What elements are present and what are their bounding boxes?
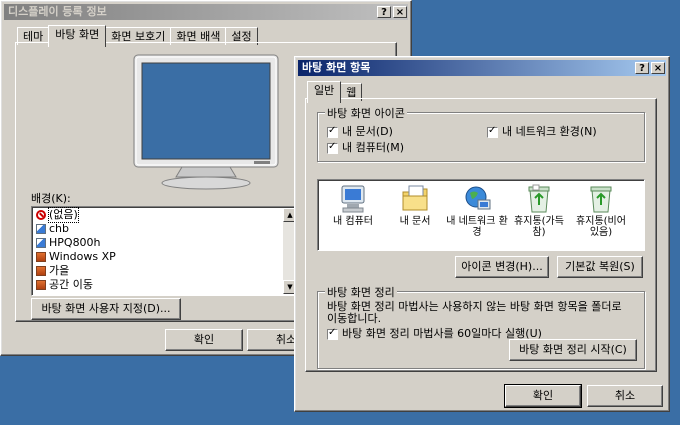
bitmap-file-icon <box>36 252 46 262</box>
background-listbox[interactable]: (없음) chb HPQ800h Windows XP 가을 공간 이동 ▲ ▼ <box>31 206 299 296</box>
close-button[interactable]: × <box>651 62 665 74</box>
checkbox-my-documents[interactable]: 내 문서(D) <box>327 123 393 139</box>
background-list-item[interactable]: chb <box>32 222 298 236</box>
background-item-label: (없음) <box>48 207 79 223</box>
close-button[interactable]: × <box>393 6 407 18</box>
checkbox-network[interactable]: 내 네트워크 환경(N) <box>487 123 597 139</box>
background-list-item[interactable]: (없음) <box>32 207 298 223</box>
background-list-item[interactable]: Windows XP <box>32 250 298 264</box>
display-ok-label: 확인 <box>193 333 215 346</box>
recycle-bin-empty-icon <box>590 186 612 213</box>
icon-item-my-documents[interactable]: 내 문서 <box>384 184 446 227</box>
tab-general[interactable]: 일반 <box>307 81 342 103</box>
customize-desktop-label: 바탕 화면 사용자 지정(D)... <box>41 302 171 315</box>
desktop-items-window: 바탕 화면 항목 ? × 일반 웹 바탕 화면 아이콘 내 문서(D) 내 컴퓨… <box>294 56 670 412</box>
icon-label: 휴지통(가득 참) <box>514 216 564 238</box>
desktop-items-cancel-button[interactable]: 취소 <box>587 385 663 407</box>
checkbox-label: 내 컴퓨터(M) <box>342 141 405 154</box>
bitmap-file-icon <box>36 266 46 276</box>
checkbox-my-computer[interactable]: 내 컴퓨터(M) <box>327 139 404 155</box>
checkbox-checked[interactable] <box>487 125 498 138</box>
clean-desktop-now-label: 바탕 화면 정리 시작(C) <box>519 343 627 356</box>
background-item-label: 가을 <box>49 264 70 277</box>
cancel-label: 취소 <box>614 389 636 402</box>
customize-desktop-button[interactable]: 바탕 화면 사용자 지정(D)... <box>31 298 181 320</box>
background-item-label: 공간 이동 <box>49 278 93 291</box>
checkbox-checked[interactable] <box>327 125 338 138</box>
icon-label: 휴지통(비어 있음) <box>576 216 626 238</box>
display-properties-titlebar[interactable]: 디스플레이 등록 정보 ? × <box>4 4 408 20</box>
display-ok-button[interactable]: 확인 <box>165 329 243 351</box>
help-button[interactable]: ? <box>377 6 391 18</box>
icon-label: 내 네트워크 환경 <box>446 216 508 238</box>
window-title: 디스플레이 등록 정보 <box>8 5 107 18</box>
change-icon-button[interactable]: 아이콘 변경(H)... <box>455 256 549 278</box>
background-list-item[interactable]: 가을 <box>32 264 298 278</box>
clean-desktop-now-button[interactable]: 바탕 화면 정리 시작(C) <box>509 339 637 361</box>
desktop-cleanup-group-label: 바탕 화면 정리 <box>325 284 397 300</box>
ok-label: 확인 <box>532 389 554 402</box>
background-item-label: chb <box>49 222 70 235</box>
cleanup-description: 바탕 화면 정리 마법사는 사용하지 않는 바탕 화면 항목을 폴더로 이동합니… <box>327 300 622 325</box>
icon-item-recycle-empty[interactable]: 휴지통(비어 있음) <box>570 184 632 238</box>
restore-default-button[interactable]: 기본값 복원(S) <box>557 256 643 278</box>
change-icon-label: 아이콘 변경(H)... <box>461 260 543 273</box>
bitmap-file-icon <box>36 280 46 290</box>
my-documents-icon <box>402 185 428 211</box>
network-icon <box>465 186 491 210</box>
icon-label: 내 문서 <box>399 216 431 227</box>
desktop-items-titlebar[interactable]: 바탕 화면 항목 ? × <box>298 60 666 76</box>
tab-desktop[interactable]: 바탕 화면 <box>48 25 107 47</box>
background-item-label: Windows XP <box>49 250 116 263</box>
none-icon <box>36 210 46 220</box>
background-item-label: HPQ800h <box>49 236 101 249</box>
checkbox-checked[interactable] <box>327 327 338 340</box>
desktop-icon-list[interactable]: 내 컴퓨터 내 문서 내 네트워크 환경 휴지통(가득 참) 휴지통(비어 있음… <box>317 179 645 251</box>
dialog-title: 바탕 화면 항목 <box>302 61 371 74</box>
my-computer-icon <box>341 185 365 213</box>
checkbox-checked[interactable] <box>327 141 338 154</box>
icon-item-my-computer[interactable]: 내 컴퓨터 <box>322 184 384 227</box>
icon-label: 내 컴퓨터 <box>333 216 373 227</box>
restore-default-label: 기본값 복원(S) <box>565 260 635 273</box>
background-list-item[interactable]: HPQ800h <box>32 236 298 250</box>
checkbox-label: 내 네트워크 환경(N) <box>502 125 597 138</box>
background-label: 배경(K): <box>31 192 71 205</box>
image-file-icon <box>36 224 46 234</box>
icon-item-recycle-full[interactable]: 휴지통(가득 참) <box>508 184 570 238</box>
icon-item-network[interactable]: 내 네트워크 환경 <box>446 184 508 238</box>
recycle-bin-full-icon <box>528 184 550 213</box>
help-button[interactable]: ? <box>635 62 649 74</box>
image-file-icon <box>36 238 46 248</box>
desktop-items-ok-button[interactable]: 확인 <box>504 384 582 408</box>
monitor-preview <box>132 53 282 196</box>
background-list-item[interactable]: 공간 이동 <box>32 278 298 292</box>
monitor-icon <box>133 54 279 190</box>
checkbox-label: 내 문서(D) <box>342 125 393 138</box>
desktop-icons-group-label: 바탕 화면 아이콘 <box>325 105 407 121</box>
